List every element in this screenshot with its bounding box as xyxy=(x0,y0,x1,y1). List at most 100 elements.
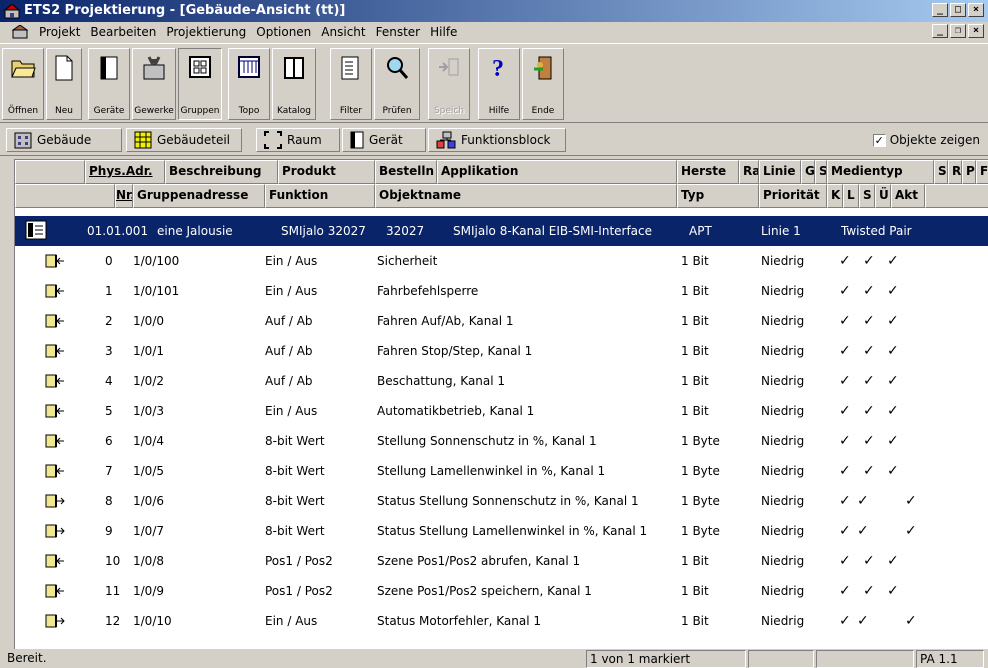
object-row[interactable]: 4 1/0/2 Auf / Ab Beschattung, Kanal 1 1 Bit N… xyxy=(15,366,988,396)
device-view-button[interactable]: Gerät xyxy=(342,128,426,152)
col-prioritaet[interactable]: Priorität xyxy=(759,184,827,208)
exit-button[interactable]: Ende xyxy=(522,48,564,120)
col-objektname[interactable]: Objektname xyxy=(375,184,677,208)
col-funktion[interactable]: Funktion xyxy=(265,184,375,208)
menu-hilfe[interactable]: Hilfe xyxy=(425,25,462,39)
devices-button[interactable]: Geräte xyxy=(88,48,130,120)
building-part-view-button[interactable]: Gebäudeteil xyxy=(126,128,242,152)
menu-projekt[interactable]: Projekt xyxy=(34,25,85,39)
object-name: Status Motorfehler, Kanal 1 xyxy=(377,614,541,628)
filter-button[interactable]: Filter xyxy=(330,48,372,120)
title-bar: ETS2 Projektierung - [Gebäude-Ansicht (t… xyxy=(0,0,988,22)
object-row[interactable]: 12 1/0/10 Ein / Aus Status Motorfehler, Kan… xyxy=(15,606,988,636)
object-group-address: 1/0/8 xyxy=(133,554,164,568)
building-view-button[interactable]: Gebäude xyxy=(6,128,122,152)
object-typ: 1 Bit xyxy=(681,584,709,598)
device-medientyp: Twisted Pair xyxy=(841,224,912,238)
col-bestelln[interactable]: Bestelln xyxy=(375,160,437,184)
object-row[interactable]: 5 1/0/3 Ein / Aus Automatikbetrieb, Kanal 1… xyxy=(15,396,988,426)
mdi-close-button[interactable]: × xyxy=(968,24,984,38)
object-row[interactable]: 9 1/0/7 8-bit Wert Status Stellung Lamellen… xyxy=(15,516,988,546)
folder-open-icon xyxy=(11,60,36,78)
catalog-button[interactable]: Katalog xyxy=(272,48,316,120)
room-view-button[interactable]: Raum xyxy=(256,128,340,152)
menu-optionen[interactable]: Optionen xyxy=(251,25,316,39)
col-f[interactable]: F xyxy=(976,160,988,184)
object-row[interactable]: 7 1/0/5 8-bit Wert Stellung Lamellenwinkel … xyxy=(15,456,988,486)
object-row[interactable]: 6 1/0/4 8-bit Wert Stellung Sonnenschutz in… xyxy=(15,426,988,456)
object-prioritaet: Niedrig xyxy=(761,464,805,478)
mdi-minimize-button[interactable]: _ xyxy=(932,24,948,38)
flag-check-icon: ✓ xyxy=(887,583,899,599)
object-group-address: 1/0/5 xyxy=(133,464,164,478)
col-ue[interactable]: Ü xyxy=(875,184,891,208)
object-input-icon xyxy=(45,314,64,328)
menu-bearbeiten[interactable]: Bearbeiten xyxy=(85,25,161,39)
close-button[interactable]: × xyxy=(968,3,984,17)
app-icon xyxy=(4,3,20,19)
show-objects-checkbox[interactable]: ✓ Objekte zeigen xyxy=(872,133,980,147)
object-row[interactable]: 8 1/0/6 8-bit Wert Status Stellung Sonnensc… xyxy=(15,486,988,516)
col-hersteller[interactable]: Herste xyxy=(677,160,739,184)
menu-projektierung[interactable]: Projektierung xyxy=(161,25,251,39)
col-beschreibung[interactable]: Beschreibung xyxy=(165,160,278,184)
col-typ[interactable]: Typ xyxy=(677,184,759,208)
check-button[interactable]: Prüfen xyxy=(374,48,420,120)
object-row[interactable]: 10 1/0/8 Pos1 / Pos2 Szene Pos1/Pos2 abrufe… xyxy=(15,546,988,576)
function-block-view-button[interactable]: Funktionsblock xyxy=(428,128,566,152)
device-row[interactable]: 01.01.001 eine Jalousie SMIjalo 32027 32… xyxy=(15,216,988,246)
col-l[interactable]: L xyxy=(843,184,859,208)
flag-check-icon: ✓ xyxy=(839,433,851,449)
object-row[interactable]: 1 1/0/101 Ein / Aus Fahrbefehlsperre 1 Bit Ni… xyxy=(15,276,988,306)
col-r[interactable]: R xyxy=(948,160,962,184)
document-icon[interactable] xyxy=(12,25,28,39)
col-linie[interactable]: Linie xyxy=(759,160,801,184)
flag-check-icon: ✓ xyxy=(887,253,899,269)
object-prioritaet: Niedrig xyxy=(761,284,805,298)
col-p[interactable]: P xyxy=(962,160,976,184)
col-applikation[interactable]: Applikation xyxy=(437,160,677,184)
mdi-restore-button[interactable]: ❐ xyxy=(950,24,966,38)
col-s[interactable]: S xyxy=(815,160,827,184)
open-button[interactable]: Öffnen xyxy=(2,48,44,120)
col-phys-adr[interactable]: Phys.Adr. xyxy=(85,160,165,184)
object-funktion: 8-bit Wert xyxy=(265,494,325,508)
col-s-flag[interactable]: S xyxy=(859,184,875,208)
col-k[interactable]: K xyxy=(827,184,843,208)
minimize-button[interactable]: _ xyxy=(932,3,948,17)
topology-button[interactable]: Topo xyxy=(228,48,270,120)
save-label: Speich xyxy=(433,106,465,116)
object-typ: 1 Bit xyxy=(681,404,709,418)
object-row[interactable]: 11 1/0/9 Pos1 / Pos2 Szene Pos1/Pos2 speich… xyxy=(15,576,988,606)
save-button[interactable]: Speich xyxy=(428,48,470,120)
flag-check-icon: ✓ xyxy=(887,313,899,329)
object-prioritaet: Niedrig xyxy=(761,614,805,628)
flag-check-icon: ✓ xyxy=(839,403,851,419)
object-row[interactable]: 2 1/0/0 Auf / Ab Fahren Auf/Ab, Kanal 1 1 Bi… xyxy=(15,306,988,336)
object-output-icon xyxy=(45,614,65,628)
col-ra[interactable]: Ra xyxy=(739,160,759,184)
trades-button[interactable]: Gewerke xyxy=(132,48,176,120)
object-name: Beschattung, Kanal 1 xyxy=(377,374,506,388)
col-g[interactable]: G xyxy=(801,160,815,184)
col-akt[interactable]: Akt xyxy=(891,184,925,208)
checkbox-box[interactable]: ✓ xyxy=(872,133,886,147)
new-button[interactable]: Neu xyxy=(46,48,82,120)
object-row[interactable]: 3 1/0/1 Auf / Ab Fahren Stop/Step, Kanal 1 1… xyxy=(15,336,988,366)
help-button[interactable]: ? Hilfe xyxy=(478,48,520,120)
object-name: Fahren Auf/Ab, Kanal 1 xyxy=(377,314,514,328)
col-s2[interactable]: S xyxy=(934,160,948,184)
menu-ansicht[interactable]: Ansicht xyxy=(316,25,370,39)
object-name: Sicherheit xyxy=(377,254,438,268)
col-medientyp[interactable]: Medientyp xyxy=(827,160,934,184)
menu-fenster[interactable]: Fenster xyxy=(371,25,426,39)
col-gruppenadresse[interactable]: Gruppenadresse xyxy=(133,184,265,208)
object-row[interactable]: 0 1/0/100 Ein / Aus Sicherheit 1 Bit Niedrig ✓… xyxy=(15,246,988,276)
object-name: Fahren Stop/Step, Kanal 1 xyxy=(377,344,533,358)
col-produkt[interactable]: Produkt xyxy=(278,160,375,184)
col-nr[interactable]: Nr. xyxy=(115,184,133,208)
groups-button[interactable]: Gruppen xyxy=(178,48,222,120)
maximize-button[interactable]: □ xyxy=(950,3,966,17)
flag-check-icon: ✓ xyxy=(839,523,851,539)
tools-icon xyxy=(143,56,165,80)
